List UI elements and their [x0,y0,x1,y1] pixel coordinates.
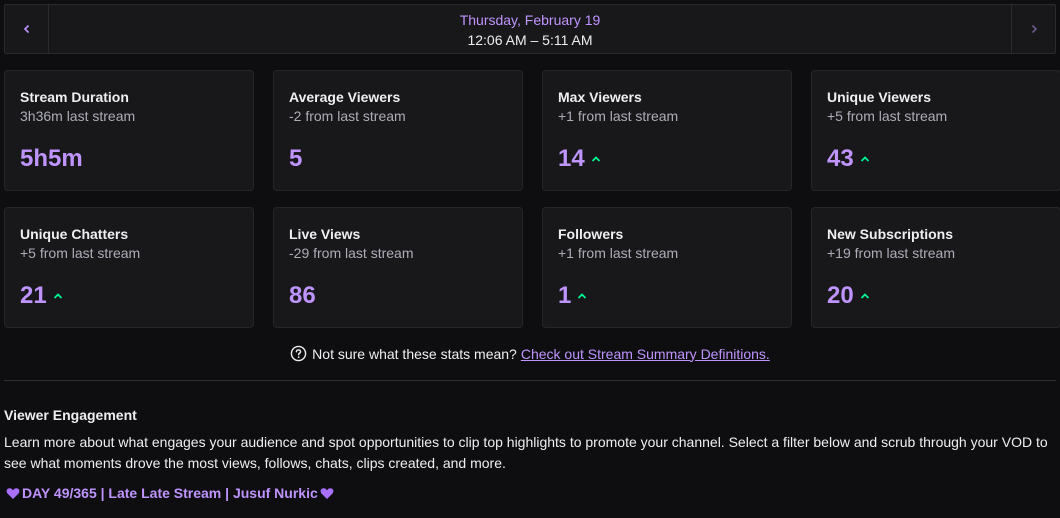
stat-value-row: 20 [827,282,870,310]
section-heading: Viewer Engagement [4,407,137,423]
stat-value: 20 [827,282,854,309]
help-text: Not sure what these stats mean? [312,345,517,362]
trend-up-icon [578,293,587,299]
purple-heart-icon [6,487,20,499]
stat-card-unique-chatters: Unique Chatters +5 from last stream 21 [4,207,254,328]
stat-value-row: 14 [558,145,601,173]
stats-grid: Stream Duration 3h36m last stream 5h5m A… [4,70,1060,328]
stat-title: New Subscriptions [827,226,954,242]
trend-up-icon [860,293,869,299]
stream-time-range: 12:06 AM – 5:11 AM [467,32,593,48]
stat-title: Stream Duration [20,89,129,105]
stat-title: Followers [558,226,624,242]
section-divider [4,380,1056,381]
stream-date-range: Thursday, February 19 12:06 AM – 5:11 AM [49,10,1011,50]
next-stream-button[interactable] [1011,5,1055,53]
stream-title: DAY 49/365 | Late Late Stream | Jusuf Nu… [4,484,1056,502]
stat-card-max-viewers: Max Viewers +1 from last stream 14 [542,70,792,191]
stat-value: 1 [558,282,572,309]
stat-card-unique-viewers: Unique Viewers +5 from last stream 43 [811,70,1060,191]
stat-comparison: +1 from last stream [558,245,679,261]
stat-value-row: 43 [827,145,870,173]
stat-card-average-viewers: Average Viewers -2 from last stream 5 [273,70,523,191]
question-circle-icon [290,345,307,362]
stat-value: 43 [827,145,854,172]
viewer-engagement-section: Viewer Engagement Learn more about what … [4,406,1056,502]
stat-card-new-subscriptions: New Subscriptions +19 from last stream 2… [811,207,1060,328]
date-navigator: Thursday, February 19 12:06 AM – 5:11 AM [4,4,1056,54]
trend-up-icon [860,156,869,162]
stat-card-stream-duration: Stream Duration 3h36m last stream 5h5m [4,70,254,191]
trend-up-icon [53,293,62,299]
stat-comparison: +5 from last stream [20,245,141,261]
stat-card-live-views: Live Views -29 from last stream 86 [273,207,523,328]
stream-summary-definitions-link[interactable]: Check out Stream Summary Definitions. [521,346,770,362]
stat-title: Unique Chatters [20,226,129,242]
chevron-left-icon [23,24,29,34]
trend-up-icon [591,156,600,162]
stats-help-row: Not sure what these stats mean? Check ou… [0,345,1060,362]
previous-stream-button[interactable] [5,5,49,53]
stat-title: Average Viewers [289,89,401,105]
stat-comparison: -2 from last stream [289,108,406,124]
stat-card-followers: Followers +1 from last stream 1 [542,207,792,328]
stat-comparison: 3h36m last stream [20,108,136,124]
stat-value: 21 [20,282,47,309]
stat-value-row: 5h5m [20,145,83,173]
stat-value-row: 1 [558,282,587,310]
stat-value-row: 21 [20,282,63,310]
chevron-right-icon [1031,24,1037,34]
stat-value-row: 86 [289,282,316,310]
section-description: Learn more about what engages your audie… [4,434,1048,471]
stat-comparison: -29 from last stream [289,245,414,261]
stat-title: Max Viewers [558,89,642,105]
stream-title-text: DAY 49/365 | Late Late Stream | Jusuf Nu… [22,485,318,501]
stat-value: 86 [289,282,316,309]
stat-comparison: +1 from last stream [558,108,679,124]
stat-value-row: 5 [289,145,302,173]
stat-comparison: +19 from last stream [827,245,955,261]
stream-date: Thursday, February 19 [459,12,601,28]
stat-comparison: +5 from last stream [827,108,948,124]
purple-heart-icon [320,487,334,499]
stat-value: 5 [289,145,303,172]
stat-title: Live Views [289,226,361,242]
stat-value: 14 [558,145,585,172]
stat-title: Unique Viewers [827,89,932,105]
stat-value: 5h5m [20,145,83,172]
